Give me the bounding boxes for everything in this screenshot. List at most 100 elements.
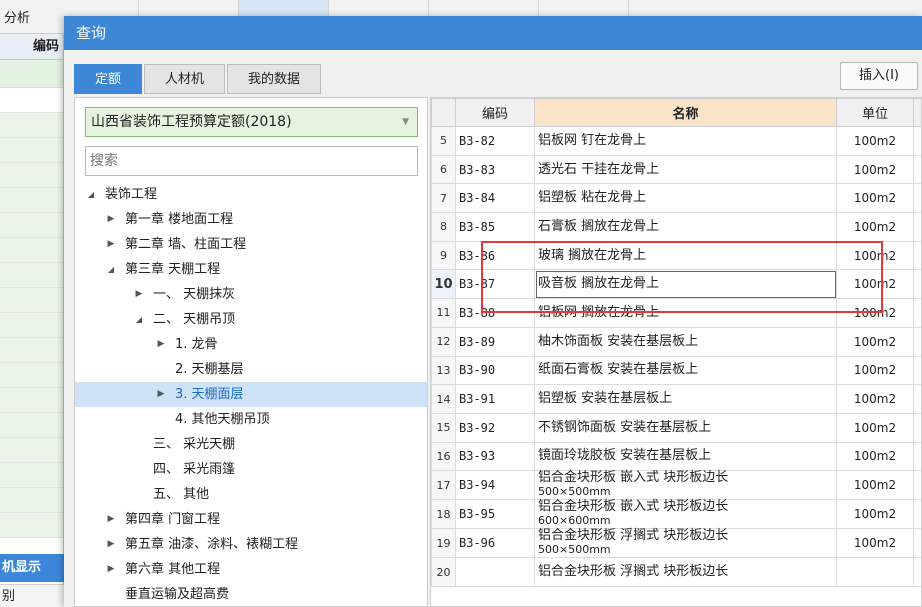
cell-name[interactable]: 铝合金块形板 浮搁式 块形板边长 [534,557,837,587]
tree-node[interactable]: 4. 其他天棚吊顶 [75,407,427,432]
cell-name[interactable]: 石膏板 搁放在龙骨上 [534,212,837,242]
cell-unit[interactable]: 100m2 [836,126,914,156]
cell-unit[interactable]: 100m2 [836,528,914,559]
quota-library-select[interactable]: 山西省装饰工程预算定额(2018) ▼ [85,107,418,137]
table-row[interactable]: 17 B3-94 铝合金块形板 嵌入式 块形板边长 500×500mm 100m2 [431,470,921,501]
tree-node[interactable]: ▶ 3. 天棚面层 [75,382,427,407]
cell-unit[interactable] [836,557,914,587]
cell-code[interactable]: B3-83 [455,154,535,185]
column-header-unit[interactable]: 单位 [836,98,914,127]
expanded-arrow-icon[interactable]: ◢ [133,307,145,332]
cell-name[interactable]: 铝合金块形板 嵌入式 块形板边长 500×500mm [534,470,837,501]
table-row[interactable]: 10 B3-87 吸音板 搁放在龙骨上 100m2 [431,269,921,300]
cell-name[interactable]: 不锈钢饰面板 安装在基层板上 [534,412,837,443]
cell-code[interactable]: B3-87 [455,269,535,300]
background-tab-analysis[interactable]: 分析 [4,7,30,26]
table-row[interactable]: 15 B3-92 不锈钢饰面板 安装在基层板上 100m2 [431,412,921,443]
cell-code[interactable]: B3-93 [455,441,535,472]
tree-node[interactable]: ▶ 第四章 门窗工程 [75,507,427,532]
cell-unit[interactable]: 100m2 [836,326,914,357]
cell-code[interactable]: B3-89 [455,326,535,357]
collapsed-arrow-icon[interactable]: ▶ [133,282,145,307]
cell-name[interactable]: 柚木饰面板 安装在基层板上 [534,326,837,357]
cell-name[interactable]: 透光石 干挂在龙骨上 [534,154,837,185]
collapsed-arrow-icon[interactable]: ▶ [155,382,167,407]
table-row[interactable]: 11 B3-88 铝板网 搁放在龙骨上 100m2 [431,298,921,328]
cell-name[interactable]: 铝塑板 粘在龙骨上 [534,183,837,214]
cell-unit[interactable]: 100m2 [836,499,914,530]
cell-unit[interactable]: 100m2 [836,384,914,414]
cell-name[interactable]: 吸音板 搁放在龙骨上 [534,269,837,300]
tree-node[interactable]: ▶ 第一章 楼地面工程 [75,207,427,232]
table-row[interactable]: 16 B3-93 镜面玲珑胶板 安装在基层板上 100m2 [431,441,921,472]
search-input[interactable]: 搜索 [85,146,418,176]
cell-name[interactable]: 铝合金块形板 嵌入式 块形板边长 600×600mm [534,499,837,530]
cell-code[interactable]: B3-90 [455,355,535,386]
dialog-title[interactable]: 查询 [64,16,922,50]
chevron-down-icon[interactable]: ▼ [402,108,409,136]
column-header-name[interactable]: 名称 [534,98,837,127]
table-row[interactable]: 5 B3-82 铝板网 钉在龙骨上 100m2 [431,126,921,156]
table-row[interactable]: 18 B3-95 铝合金块形板 嵌入式 块形板边长 600×600mm 100m2 [431,499,921,530]
table-row[interactable]: 7 B3-84 铝塑板 粘在龙骨上 100m2 [431,183,921,214]
tree-node[interactable]: ◢ 二、 天棚吊顶 [75,307,427,332]
cell-code[interactable]: B3-92 [455,412,535,443]
cell-code[interactable]: B3-94 [455,470,535,501]
tree-node[interactable]: 2. 天棚基层 [75,357,427,382]
cell-unit[interactable]: 100m2 [836,212,914,242]
tree-node[interactable]: ◢ 第三章 天棚工程 [75,257,427,282]
cell-code[interactable]: B3-84 [455,183,535,214]
cell-code[interactable]: B3-95 [455,499,535,530]
tree-node[interactable]: ▶ 第六章 其他工程 [75,557,427,582]
cell-name[interactable]: 铝塑板 安装在基层板上 [534,384,837,414]
column-header-code[interactable]: 编码 [455,98,535,127]
table-row[interactable]: 8 B3-85 石膏板 搁放在龙骨上 100m2 [431,212,921,242]
cell-name[interactable]: 纸面石膏板 安装在基层板上 [534,355,837,386]
tab-quota[interactable]: 定额 [74,64,143,94]
expanded-arrow-icon[interactable]: ◢ [105,257,117,282]
table-row[interactable]: 6 B3-83 透光石 干挂在龙骨上 100m2 [431,154,921,185]
cell-code[interactable] [455,557,535,587]
tree-node[interactable]: 三、 采光天棚 [75,432,427,457]
tree-node[interactable]: ◢ 装饰工程 [75,182,427,207]
cell-unit[interactable]: 100m2 [836,240,914,271]
cell-unit[interactable]: 100m2 [836,298,914,328]
insert-button[interactable]: 插入(I) [840,62,918,90]
background-panel-tab[interactable]: 机显示 [0,554,64,582]
tree-node[interactable]: 四、 采光雨篷 [75,457,427,482]
table-row[interactable]: 12 B3-89 柚木饰面板 安装在基层板上 100m2 [431,326,921,357]
collapsed-arrow-icon[interactable]: ▶ [105,532,117,557]
cell-code[interactable]: B3-85 [455,212,535,242]
cell-name[interactable]: 铝板网 搁放在龙骨上 [534,298,837,328]
cell-unit[interactable]: 100m2 [836,154,914,185]
collapsed-arrow-icon[interactable]: ▶ [105,557,117,582]
cell-unit[interactable]: 100m2 [836,412,914,443]
table-row[interactable]: 13 B3-90 纸面石膏板 安装在基层板上 100m2 [431,355,921,386]
tree-node[interactable]: ▶ 一、 天棚抹灰 [75,282,427,307]
tree-node[interactable]: ▶ 第五章 油漆、涂料、裱糊工程 [75,532,427,557]
cell-unit[interactable]: 100m2 [836,441,914,472]
cell-unit[interactable]: 100m2 [836,355,914,386]
collapsed-arrow-icon[interactable]: ▶ [105,507,117,532]
collapsed-arrow-icon[interactable]: ▶ [105,207,117,232]
cell-code[interactable]: B3-88 [455,298,535,328]
tree-node[interactable]: ▶ 1. 龙骨 [75,332,427,357]
expanded-arrow-icon[interactable]: ◢ [85,182,97,207]
collapsed-arrow-icon[interactable]: ▶ [105,232,117,257]
table-row[interactable]: 20 铝合金块形板 浮搁式 块形板边长 [431,557,921,587]
cell-name[interactable]: 玻璃 搁放在龙骨上 [534,240,837,271]
table-row[interactable]: 14 B3-91 铝塑板 安装在基层板上 100m2 [431,384,921,414]
cell-unit[interactable]: 100m2 [836,269,914,300]
cell-code[interactable]: B3-96 [455,528,535,559]
cell-code[interactable]: B3-82 [455,126,535,156]
tree-node[interactable]: ▶ 第二章 墙、柱面工程 [75,232,427,257]
cell-code[interactable]: B3-86 [455,240,535,271]
tab-my-data[interactable]: 我的数据 [227,64,322,94]
collapsed-arrow-icon[interactable]: ▶ [155,332,167,357]
cell-unit[interactable]: 100m2 [836,183,914,214]
tree-node[interactable]: 垂直运输及超高费 [75,582,427,607]
cell-code[interactable]: B3-91 [455,384,535,414]
cell-unit[interactable]: 100m2 [836,470,914,501]
cell-name[interactable]: 镜面玲珑胶板 安装在基层板上 [534,441,837,472]
cell-name[interactable]: 铝板网 钉在龙骨上 [534,126,837,156]
